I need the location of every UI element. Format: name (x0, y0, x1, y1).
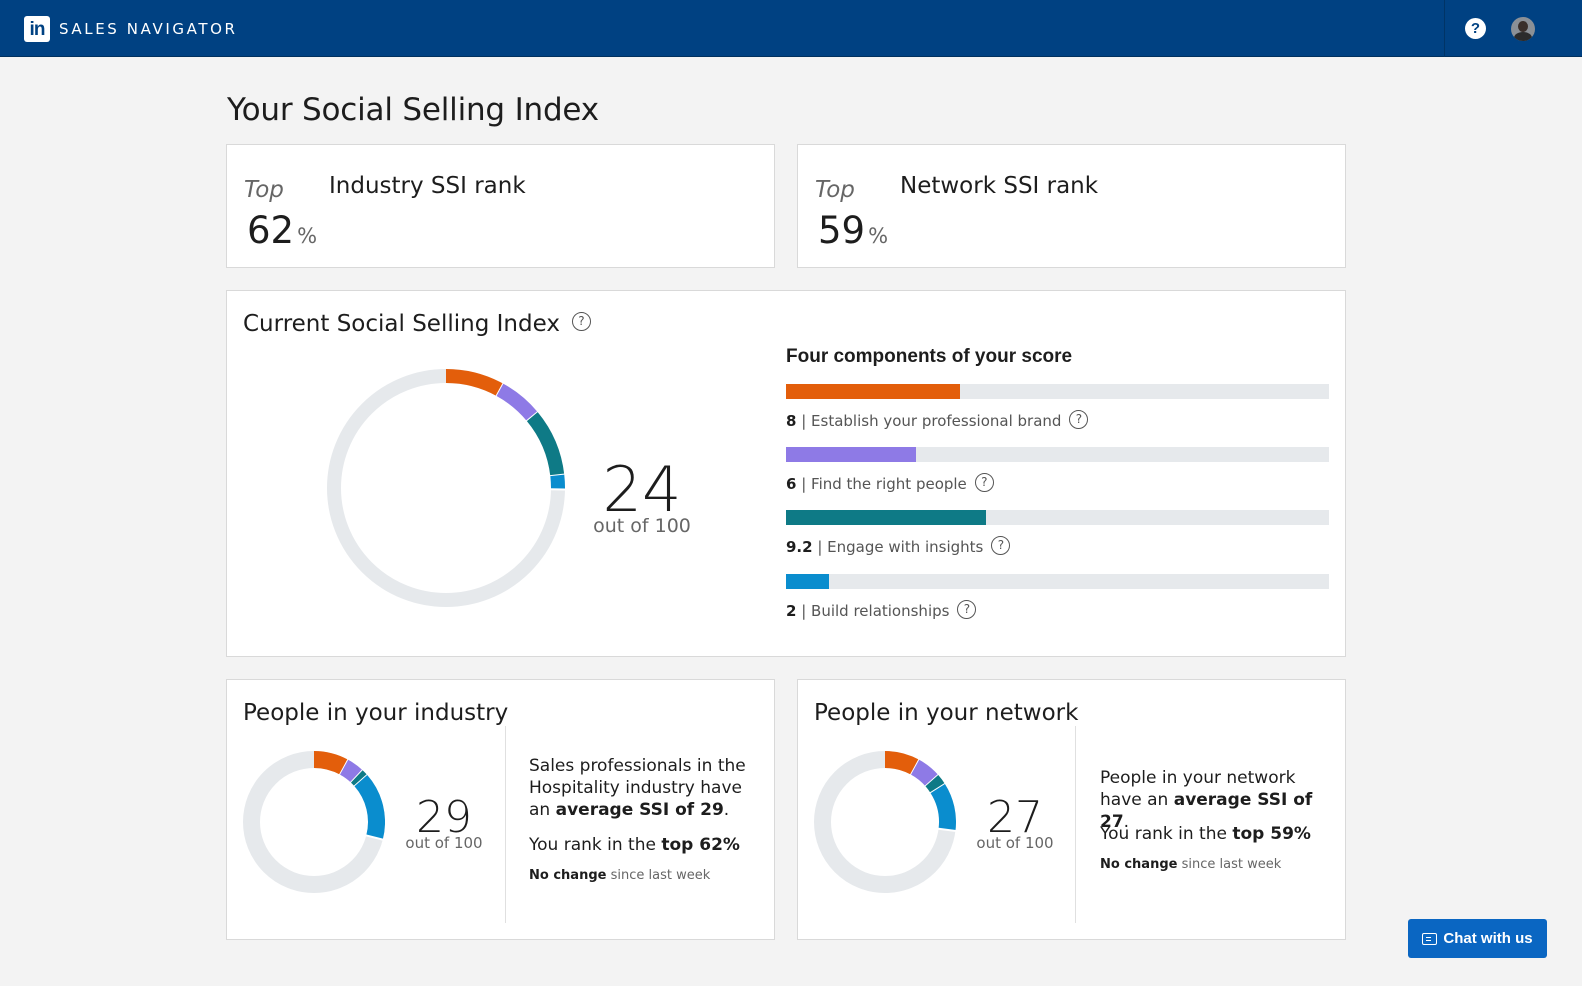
avatar-body (1514, 32, 1532, 41)
industry-rank-unit: % (297, 224, 318, 248)
current-ssi-donut-segment-insights (526, 412, 565, 477)
current-ssi-title: Current Social Selling Index? (243, 311, 591, 337)
industry-ssi-donut (243, 751, 385, 893)
component-insights-track (786, 510, 1329, 525)
avatar[interactable] (1511, 17, 1535, 41)
avatar-head (1518, 21, 1528, 32)
network-donut-segment-brand (884, 751, 920, 775)
component-relationships-score: 2 (786, 602, 797, 620)
current-ssi-donut (327, 369, 565, 607)
industry-average-ssi: average SSI of 29 (555, 800, 724, 820)
network-rank-number: 59 (818, 209, 866, 252)
current-ssi-card: Current Social Selling Index? 24 out of … (226, 290, 1346, 657)
industry-change-text: since last week (606, 868, 711, 883)
industry-blurb-end: . (723, 800, 730, 820)
current-ssi-out-of: out of 100 (593, 515, 691, 537)
industry-rank-top-label: Top (244, 177, 284, 203)
industry-change-bold: No change (529, 868, 607, 883)
industry-ssi-rank-card: Top Industry SSI rank 62% (226, 144, 775, 268)
component-insights-score: 9.2 (786, 538, 813, 556)
chat-icon (1422, 932, 1438, 945)
network-rank-text: You rank in the (1100, 824, 1233, 844)
network-comparison-card: People in your network 27 out of 100 Peo… (797, 679, 1346, 940)
help-icon[interactable]: ? (1465, 18, 1486, 39)
question-icon[interactable]: ? (571, 312, 591, 331)
industry-rank-title: Industry SSI rank (329, 173, 526, 199)
component-brand-fill (786, 384, 960, 399)
industry-rank-text: You rank in the (529, 835, 662, 855)
network-change: No change since last week (1100, 857, 1281, 872)
component-relationships-track (786, 574, 1329, 589)
component-brand-label: 8 | Establish your professional brand? (786, 410, 1089, 431)
component-insights-fill (786, 510, 986, 525)
industry-rank-line: You rank in the top 62% (529, 835, 740, 855)
question-icon[interactable]: ? (1069, 410, 1089, 429)
brand-name: SALES NAVIGATOR (59, 20, 238, 38)
chat-with-us-button[interactable]: Chat with us (1408, 919, 1547, 958)
network-change-text: since last week (1177, 857, 1282, 872)
component-relationships-fill (786, 574, 830, 589)
component-relationships-text: | Build relationships (801, 602, 950, 620)
network-rank-line: You rank in the top 59% (1100, 824, 1311, 844)
top-navigation-bar: in SALES NAVIGATOR ? (0, 0, 1582, 57)
current-ssi-donut-segment-people (496, 383, 538, 422)
component-relationships-label: 2 | Build relationships? (786, 600, 977, 621)
industry-rank-number: 62 (247, 209, 295, 252)
industry-divider (505, 726, 506, 923)
network-ssi-donut (814, 751, 956, 893)
network-divider (1075, 726, 1076, 923)
network-rank-unit: % (868, 224, 889, 248)
question-icon[interactable]: ? (991, 536, 1011, 555)
chat-button-label: Chat with us (1443, 930, 1533, 947)
network-donut-segment-people (910, 759, 939, 787)
network-donut-segment-relationships (930, 783, 956, 831)
current-ssi-donut-segment-relationships (550, 474, 565, 490)
industry-comparison-card: People in your industry 29 out of 100 Sa… (226, 679, 775, 940)
component-people-fill (786, 447, 917, 462)
component-insights-text: | Engage with insights (817, 538, 984, 556)
component-brand-score: 8 (786, 412, 797, 430)
industry-rank-bold: top 62% (661, 835, 740, 855)
current-ssi-donut-segment-brand (445, 369, 504, 397)
industry-donut-segment-people (339, 759, 363, 783)
components-title: Four components of your score (786, 346, 1073, 367)
industry-out-of: out of 100 (405, 834, 483, 852)
industry-change: No change since last week (529, 868, 710, 883)
component-brand-text: | Establish your professional brand (801, 412, 1062, 430)
component-people-score: 6 (786, 475, 797, 493)
industry-donut-segment-relationships (354, 775, 385, 840)
industry-section-title: People in your industry (243, 700, 509, 726)
component-people-track (786, 447, 1329, 462)
component-insights-label: 9.2 | Engage with insights? (786, 536, 1011, 557)
component-people-label: 6 | Find the right people? (786, 473, 994, 494)
linkedin-logo-icon: in (24, 16, 50, 42)
network-rank-value: 59% (818, 209, 888, 252)
question-icon[interactable]: ? (957, 600, 977, 619)
current-ssi-title-text: Current Social Selling Index (243, 311, 560, 337)
network-out-of: out of 100 (976, 834, 1054, 852)
network-donut-segment-insights (925, 775, 945, 794)
page-title: Your Social Selling Index (227, 92, 599, 128)
component-brand-track (786, 384, 1329, 399)
industry-rank-value: 62% (247, 209, 317, 252)
industry-average-text: Sales professionals in the Hospitality i… (529, 755, 759, 821)
industry-donut-segment-brand (313, 751, 349, 775)
sales-navigator-home-link[interactable]: in SALES NAVIGATOR (24, 16, 238, 42)
network-rank-title: Network SSI rank (900, 173, 1099, 199)
topbar-divider (1444, 0, 1445, 57)
network-rank-top-label: Top (815, 177, 855, 203)
network-change-bold: No change (1100, 857, 1178, 872)
component-people-text: | Find the right people (801, 475, 967, 493)
network-section-title: People in your network (814, 700, 1079, 726)
question-icon[interactable]: ? (974, 473, 994, 492)
network-rank-bold: top 59% (1232, 824, 1311, 844)
network-ssi-rank-card: Top Network SSI rank 59% (797, 144, 1346, 268)
